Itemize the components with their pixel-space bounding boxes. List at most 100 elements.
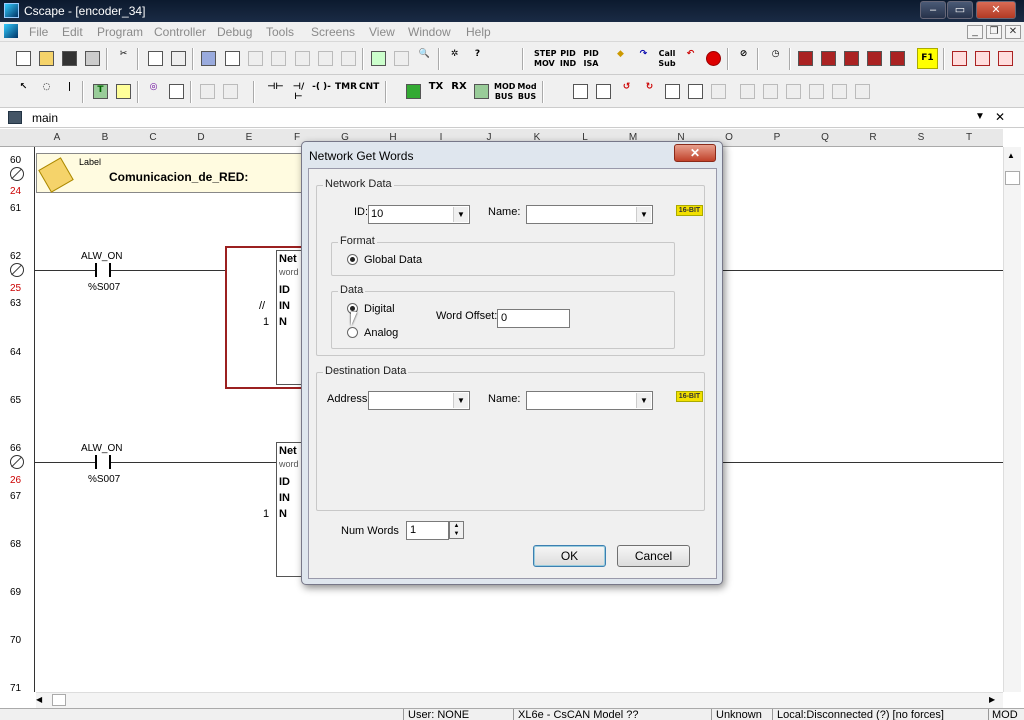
contact-nc-icon[interactable]: ⊣/⊢	[288, 81, 309, 102]
cs-block1-icon[interactable]	[708, 81, 729, 102]
rung-toggle-icon[interactable]	[10, 263, 24, 277]
tab-dropdown-icon[interactable]: ▼	[975, 111, 985, 122]
debug-icon[interactable]: ✲	[444, 48, 465, 69]
mdi-close-button[interactable]: ✕	[1005, 25, 1021, 39]
delete-row-icon[interactable]	[292, 48, 313, 69]
word-offset-input[interactable]: 0	[497, 309, 570, 328]
text-tool-icon[interactable]: T	[90, 81, 111, 102]
vertical-scrollbar[interactable]: ▲	[1003, 147, 1021, 692]
vertical-scroll-thumb[interactable]	[1005, 171, 1020, 185]
lock1-icon[interactable]	[197, 81, 218, 102]
func-block4-icon[interactable]: ↻	[639, 81, 660, 102]
document-icon[interactable]	[4, 24, 18, 38]
minimize-button[interactable]: –	[920, 1, 946, 19]
rung-label-box[interactable]: Label Comunicacion_de_RED:	[36, 153, 302, 193]
insert-row-icon[interactable]	[245, 48, 266, 69]
tx-button[interactable]: TX	[425, 81, 447, 102]
scroll-right-icon[interactable]: ▶	[989, 695, 995, 704]
menu-program[interactable]: Program	[97, 25, 143, 39]
func-block1-icon[interactable]	[570, 81, 591, 102]
cs-block5-icon[interactable]	[806, 81, 827, 102]
tab-close-icon[interactable]: ✕	[995, 110, 1005, 124]
menu-help[interactable]: Help	[466, 25, 491, 39]
timer-icon[interactable]: ◷	[765, 48, 786, 69]
goto-icon[interactable]	[391, 48, 412, 69]
table1-icon[interactable]	[949, 48, 970, 69]
scroll-up-icon[interactable]: ▲	[1007, 151, 1015, 160]
menu-screens[interactable]: Screens	[311, 25, 355, 39]
find-icon[interactable]: 🔍	[414, 48, 435, 69]
horizontal-scrollbar[interactable]: ◀ ▶	[36, 692, 1003, 708]
save-var5-icon[interactable]	[887, 48, 908, 69]
rx-button[interactable]: RX	[448, 81, 470, 102]
scroll-left-icon[interactable]: ◀	[36, 695, 42, 704]
address-combo[interactable]: ▼	[368, 391, 470, 410]
verify-icon[interactable]	[368, 48, 389, 69]
horizontal-scroll-thumb[interactable]	[52, 694, 66, 706]
return-icon[interactable]: ↶	[680, 48, 701, 69]
contact-alw-on[interactable]	[95, 263, 111, 277]
tag-icon[interactable]: ◆	[610, 48, 631, 69]
watchdog-icon[interactable]: ⊘	[733, 48, 754, 69]
serial-icon[interactable]	[471, 81, 492, 102]
modbus-button[interactable]: MOD BUS	[493, 81, 515, 102]
network-icon[interactable]	[403, 81, 424, 102]
save-var2-icon[interactable]	[818, 48, 839, 69]
vertical-line-icon[interactable]: |	[59, 81, 80, 102]
paste-icon[interactable]	[168, 48, 189, 69]
menu-debug[interactable]: Debug	[217, 25, 252, 39]
ok-button[interactable]: OK	[533, 545, 606, 567]
maximize-button[interactable]: ▭	[947, 1, 973, 19]
cs-block4-icon[interactable]	[783, 81, 804, 102]
func-block6-icon[interactable]	[685, 81, 706, 102]
loop-icon[interactable]: ↷	[633, 48, 654, 69]
menu-tools[interactable]: Tools	[266, 25, 294, 39]
save-var4-icon[interactable]	[864, 48, 885, 69]
dialog-close-button[interactable]: ✕	[674, 144, 716, 162]
save-var1-icon[interactable]	[795, 48, 816, 69]
contact-alw-on[interactable]	[95, 455, 111, 469]
target-icon[interactable]: ◎	[143, 81, 164, 102]
cs-block6-icon[interactable]	[829, 81, 850, 102]
list-icon[interactable]	[166, 81, 187, 102]
pid-ind-button[interactable]: PID IND	[557, 48, 579, 69]
cut-icon[interactable]: ✂	[113, 48, 134, 69]
new-icon[interactable]	[13, 48, 34, 69]
func-block3-icon[interactable]: ↺	[616, 81, 637, 102]
compare-icon[interactable]	[222, 48, 243, 69]
download-icon[interactable]	[198, 48, 219, 69]
close-button[interactable]: ✕	[976, 1, 1016, 19]
move-icon[interactable]	[338, 48, 359, 69]
rung-toggle-icon[interactable]	[10, 455, 24, 469]
insert-col-icon[interactable]	[268, 48, 289, 69]
menu-controller[interactable]: Controller	[154, 25, 206, 39]
chevron-down-icon[interactable]: ▼	[636, 393, 651, 408]
pid-isa-button[interactable]: PID ISA	[580, 48, 602, 69]
help-pointer-icon[interactable]: ?	[467, 48, 488, 69]
global-data-radio[interactable]	[347, 254, 358, 265]
mdi-minimize-button[interactable]: _	[967, 25, 983, 39]
cs-block2-icon[interactable]	[737, 81, 758, 102]
app-icon[interactable]	[4, 3, 19, 18]
open-icon[interactable]	[36, 48, 57, 69]
copy-icon[interactable]	[145, 48, 166, 69]
step-mov-button[interactable]: STEP MOV	[533, 48, 557, 69]
print-icon[interactable]	[82, 48, 103, 69]
name-combo[interactable]: ▼	[526, 205, 653, 224]
menu-window[interactable]: Window	[408, 25, 451, 39]
dest-name-combo[interactable]: ▼	[526, 391, 653, 410]
select-arrow-icon[interactable]: ↖	[13, 81, 34, 102]
cs-block7-icon[interactable]	[852, 81, 873, 102]
num-words-input[interactable]: 1	[406, 521, 449, 540]
menu-view[interactable]: View	[369, 25, 395, 39]
chevron-down-icon[interactable]: ▼	[453, 207, 468, 222]
chevron-down-icon[interactable]: ▼	[636, 207, 651, 222]
rung-toggle-icon[interactable]	[10, 167, 24, 181]
tab-main[interactable]: main	[32, 111, 58, 125]
coil-icon[interactable]: -( )-	[311, 81, 332, 102]
save-var3-icon[interactable]	[841, 48, 862, 69]
save-icon[interactable]	[59, 48, 80, 69]
id-combo[interactable]: 10 ▼	[368, 205, 470, 224]
menu-edit[interactable]: Edit	[62, 25, 83, 39]
call-sub-button[interactable]: Call Sub	[656, 48, 678, 69]
